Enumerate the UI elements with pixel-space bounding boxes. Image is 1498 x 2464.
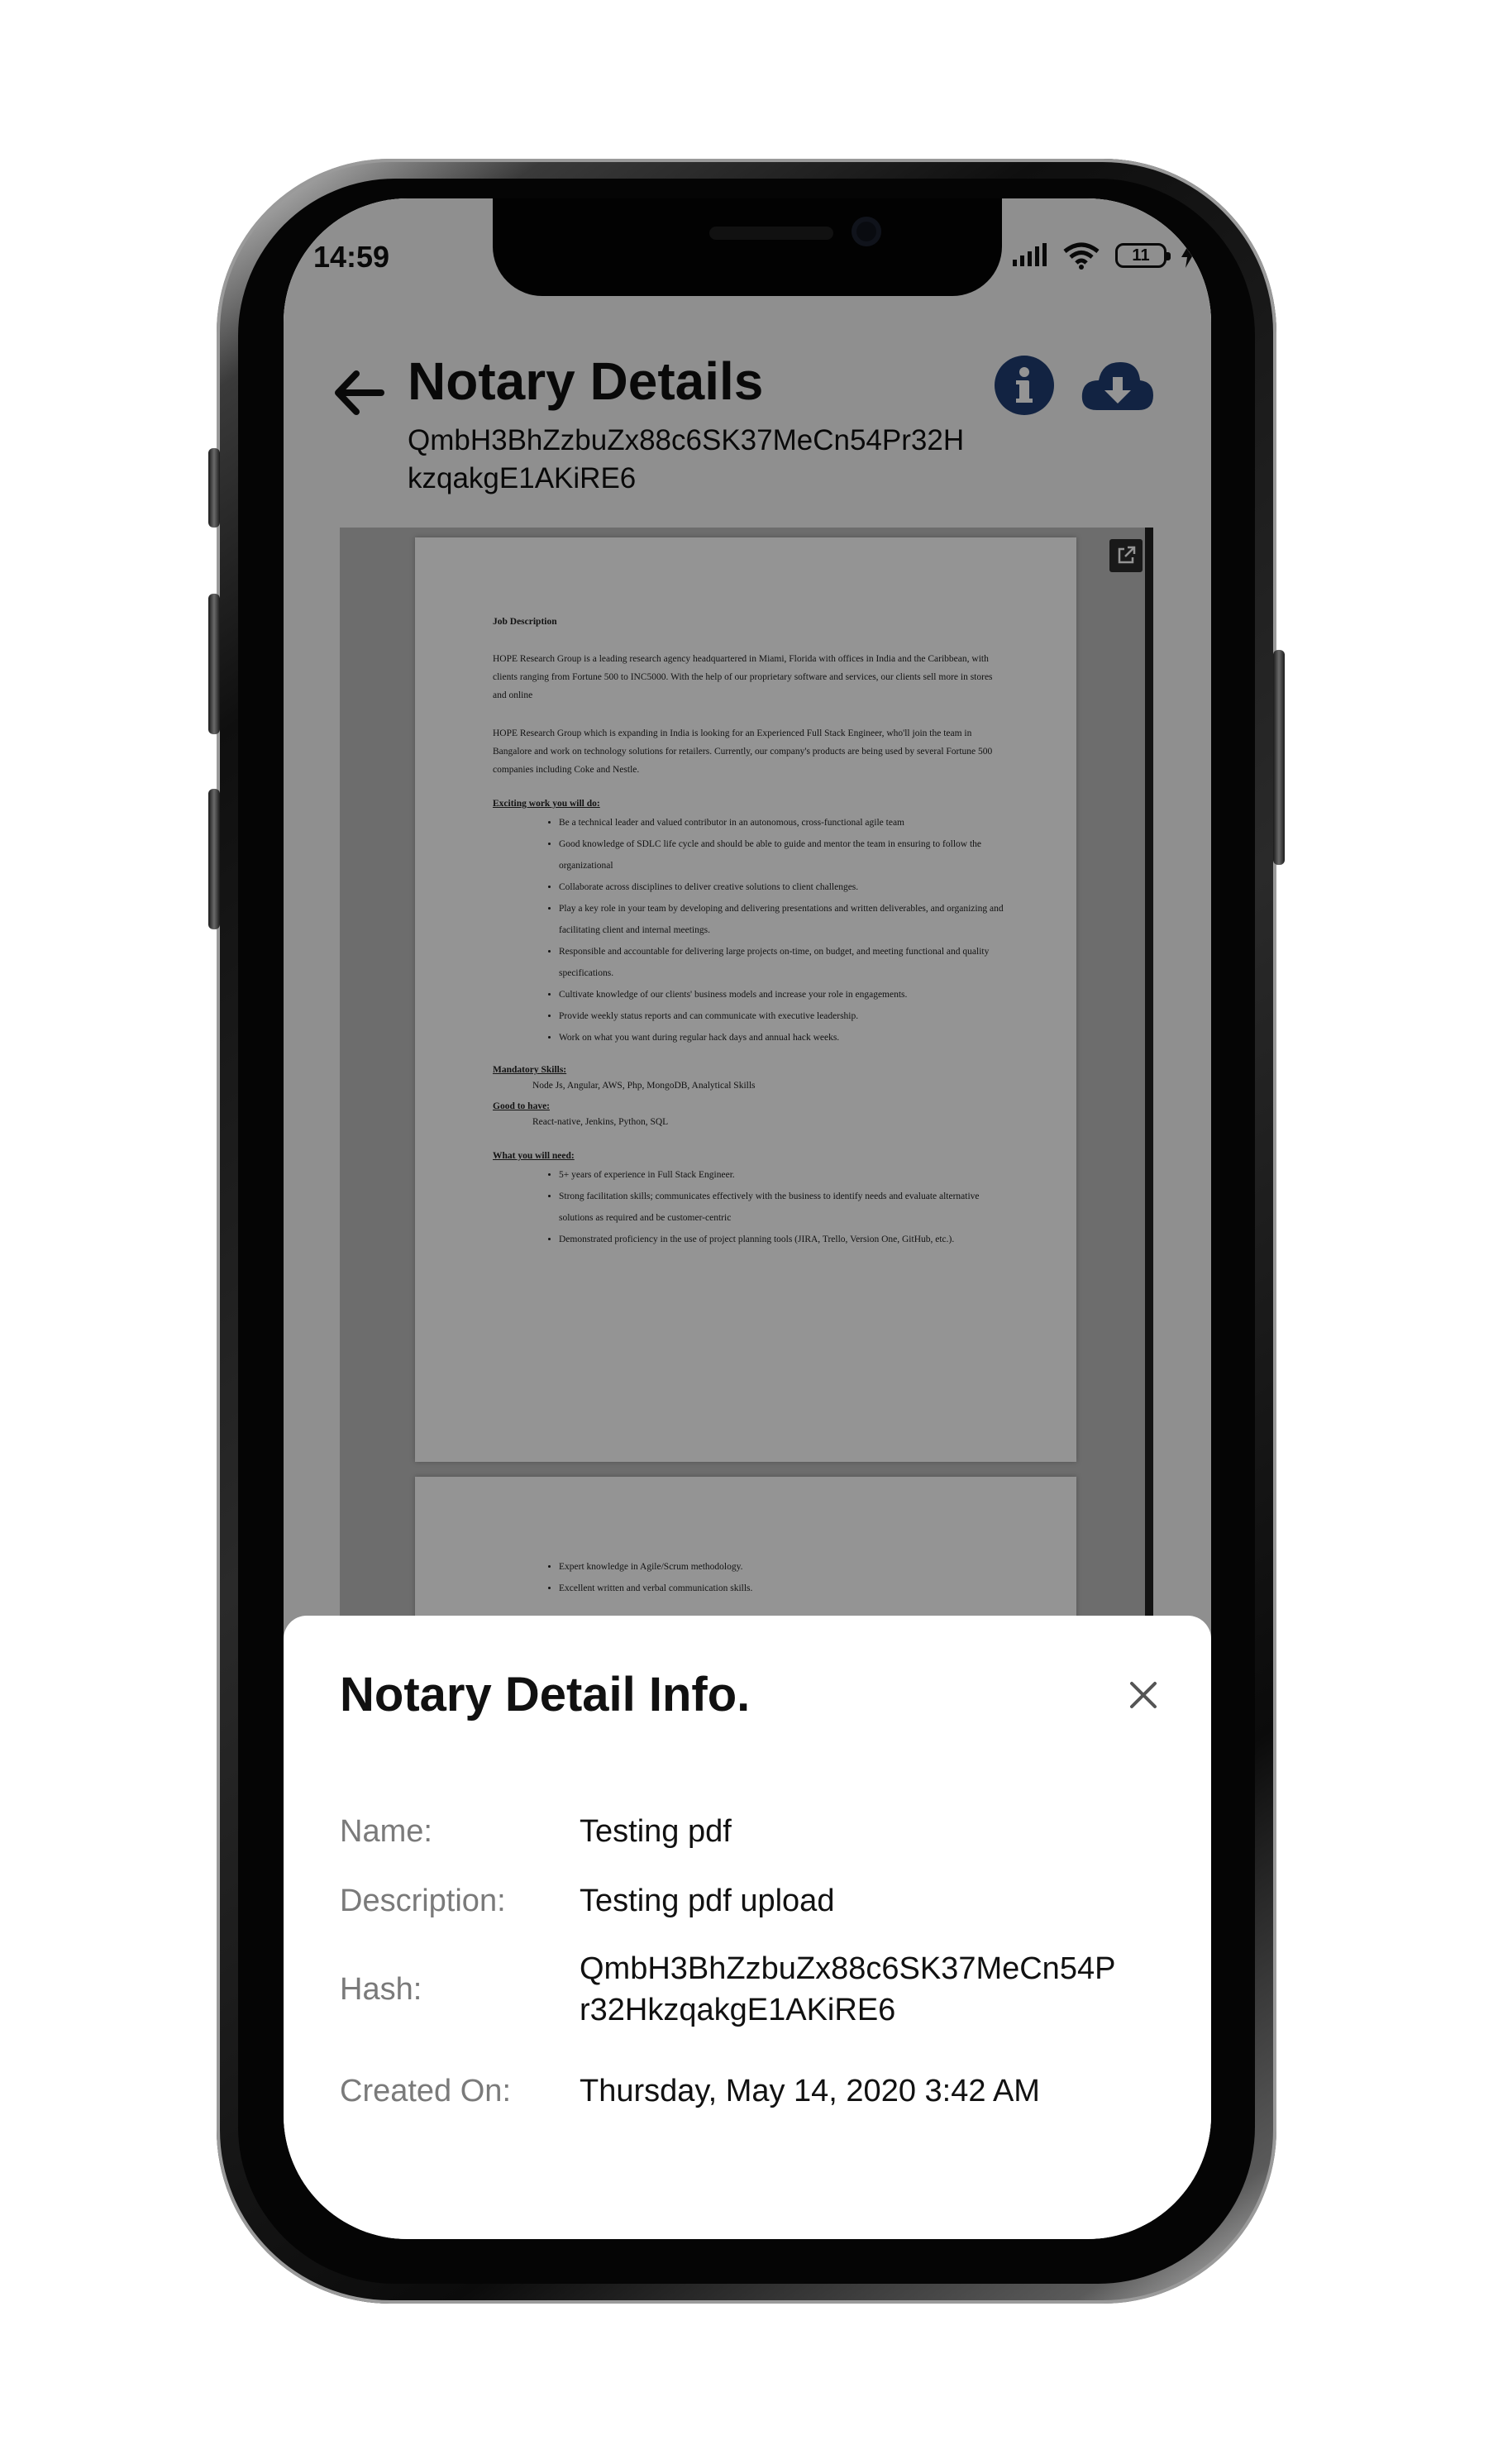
info-label: Hash:: [340, 1971, 422, 2007]
info-label: Description:: [340, 1883, 506, 1918]
volume-down-button: [208, 789, 220, 929]
info-label: Name:: [340, 1813, 432, 1849]
info-label: Created On:: [340, 2073, 511, 2108]
power-button: [1273, 650, 1285, 865]
info-row-name: Name: Testing pdf: [340, 1811, 1166, 1852]
info-row-description: Description: Testing pdf upload: [340, 1880, 1166, 1922]
info-bottom-sheet: Notary Detail Info. Name: Testing pdf De…: [284, 1616, 1211, 2239]
info-value: Thursday, May 14, 2020 3:42 AM: [580, 2074, 1040, 2108]
volume-up-button: [208, 594, 220, 734]
app-screen: 14:59 11 Notary Details QmbH3BhZzbuZx88c…: [284, 198, 1211, 2239]
mute-switch: [208, 448, 220, 528]
info-value: QmbH3BhZzbuZx88c6SK37MeCn54Pr32HkzqakgE1…: [580, 1951, 1116, 2027]
phone-screen: 14:59 11 Notary Details QmbH3BhZzbuZx88c…: [284, 198, 1211, 2239]
close-icon[interactable]: [1122, 1674, 1165, 1717]
sheet-title: Notary Detail Info.: [340, 1668, 751, 1721]
info-row-created-on: Created On: Thursday, May 14, 2020 3:42 …: [340, 2070, 1166, 2112]
info-value: Testing pdf upload: [580, 1884, 835, 1918]
info-row-hash: Hash: QmbH3BhZzbuZx88c6SK37MeCn54Pr32Hkz…: [340, 1948, 1166, 2031]
info-value: Testing pdf: [580, 1814, 732, 1849]
